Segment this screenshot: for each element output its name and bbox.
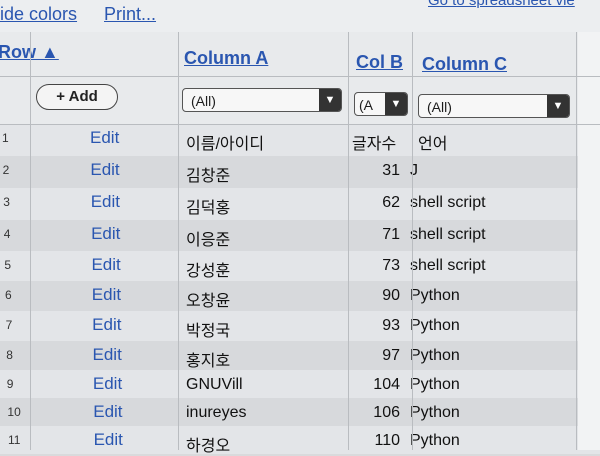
edit-row-link[interactable]: Edit (90, 160, 119, 180)
row-number: 11 (8, 433, 21, 447)
cell-column-b: 106 (373, 404, 400, 421)
column-divider (412, 32, 413, 450)
cell-column-c: shell script (410, 194, 486, 211)
edit-row-link[interactable]: Edit (91, 255, 120, 275)
column-divider (348, 32, 349, 450)
cell-column-c: shell script (410, 257, 486, 274)
cell-column-b: 31 (382, 162, 400, 179)
sort-column-c-link[interactable]: Column C (422, 54, 507, 75)
cell-column-b: 73 (382, 257, 400, 274)
filter-column-c-value: (All) (427, 99, 452, 115)
filter-column-a-select[interactable]: (All) ▼ (182, 88, 342, 112)
goto-spreadsheet-link[interactable]: Go to spreadsheet vie (428, 0, 575, 9)
row-number: 2 (2, 163, 10, 177)
edit-row-link[interactable]: Edit (94, 430, 123, 450)
table-row: 9 Edit GNUVill 104 Python (0, 370, 600, 398)
column-divider (30, 32, 31, 450)
edit-row-link[interactable]: Edit (93, 345, 122, 365)
row-number: 3 (3, 195, 10, 209)
hide-colors-link[interactable]: ide colors (0, 4, 77, 25)
filter-column-c-select[interactable]: (All) ▼ (418, 94, 570, 118)
cell-column-c: Python (410, 287, 460, 304)
column-divider (576, 32, 577, 450)
header-divider (0, 124, 600, 125)
add-row-button[interactable]: + Add (36, 84, 118, 110)
cell-column-a: 박정국 (186, 323, 231, 340)
cell-column-b: 110 (374, 432, 400, 449)
table-row: 8 Edit 홍지호 97 Python (0, 341, 600, 370)
cell-column-a: 김창준 (186, 168, 231, 185)
table-row: 2 Edit 김창준 31 J (0, 156, 600, 188)
cell-column-c: 언어 (418, 136, 448, 153)
cell-column-c: Python (410, 317, 460, 334)
cell-column-a: 홍지호 (186, 353, 231, 370)
cell-column-b: 93 (382, 317, 400, 334)
sort-column-b-link[interactable]: Col B (356, 52, 403, 73)
sort-column-a-link[interactable]: Column A (184, 48, 268, 69)
cell-column-a: 이름/아이디 (186, 136, 265, 153)
cell-column-b: 90 (382, 287, 400, 304)
filter-column-b-value: (A (359, 97, 373, 113)
edit-row-link[interactable]: Edit (93, 402, 122, 422)
cell-column-c: Python (410, 432, 460, 449)
cell-column-b: 62 (382, 194, 400, 211)
cell-column-a: 오창윤 (186, 293, 231, 310)
table-row: 6 Edit 오창윤 90 Python (0, 281, 600, 311)
header-divider (0, 76, 600, 77)
cell-column-c: Python (410, 404, 460, 421)
cell-column-c: shell script (410, 226, 486, 243)
cell-column-a: 김덕홍 (186, 200, 231, 217)
table-row: 1 Edit 이름/아이디 글자수 언어 (0, 124, 600, 156)
row-number: 5 (4, 258, 12, 272)
table-row: 7 Edit 박정국 93 Python (0, 311, 600, 341)
edit-row-link[interactable]: Edit (91, 224, 120, 244)
row-number: 1 (2, 131, 9, 145)
chevron-down-icon: ▼ (547, 95, 569, 117)
edit-row-link[interactable]: Edit (90, 128, 119, 148)
edit-row-link[interactable]: Edit (93, 374, 122, 394)
cell-column-b: 글자수 (352, 136, 397, 153)
cell-column-a: 이응준 (186, 232, 231, 249)
row-number: 7 (5, 318, 13, 332)
chevron-down-icon: ▼ (385, 93, 407, 115)
right-edge (578, 32, 600, 450)
table-row: 5 Edit 강성훈 73 shell script (0, 251, 600, 281)
cell-column-c: Python (410, 347, 460, 364)
edit-row-link[interactable]: Edit (92, 315, 121, 335)
row-number: 9 (6, 377, 14, 391)
cell-column-b: 71 (382, 226, 400, 243)
cell-column-a: 강성훈 (186, 263, 231, 280)
row-number: 8 (6, 348, 13, 362)
cell-column-a: 하경오 (186, 438, 231, 455)
cell-column-b: 104 (373, 376, 400, 393)
table-row: 3 Edit 김덕홍 62 shell script (0, 188, 600, 220)
row-number: 10 (7, 405, 21, 419)
filter-column-a-value: (All) (191, 93, 216, 109)
cell-column-c: Python (410, 376, 460, 393)
top-toolbar: ide colors Print... Go to spreadsheet vi… (0, 0, 600, 32)
column-divider (178, 32, 179, 450)
table-row: 10 Edit inureyes 106 Python (0, 398, 600, 426)
cell-column-a: inureyes (186, 404, 247, 421)
edit-row-link[interactable]: Edit (91, 192, 120, 212)
table-row: 4 Edit 이응준 71 shell script (0, 220, 600, 251)
chevron-down-icon: ▼ (319, 89, 341, 111)
cell-column-b: 97 (382, 347, 400, 364)
row-number: 6 (5, 288, 12, 302)
edit-row-link[interactable]: Edit (92, 285, 121, 305)
print-link[interactable]: Print... (104, 4, 156, 25)
row-number: 4 (3, 227, 11, 241)
cell-column-a: GNUVill (186, 376, 243, 393)
filter-column-b-select[interactable]: (A ▼ (354, 92, 408, 116)
